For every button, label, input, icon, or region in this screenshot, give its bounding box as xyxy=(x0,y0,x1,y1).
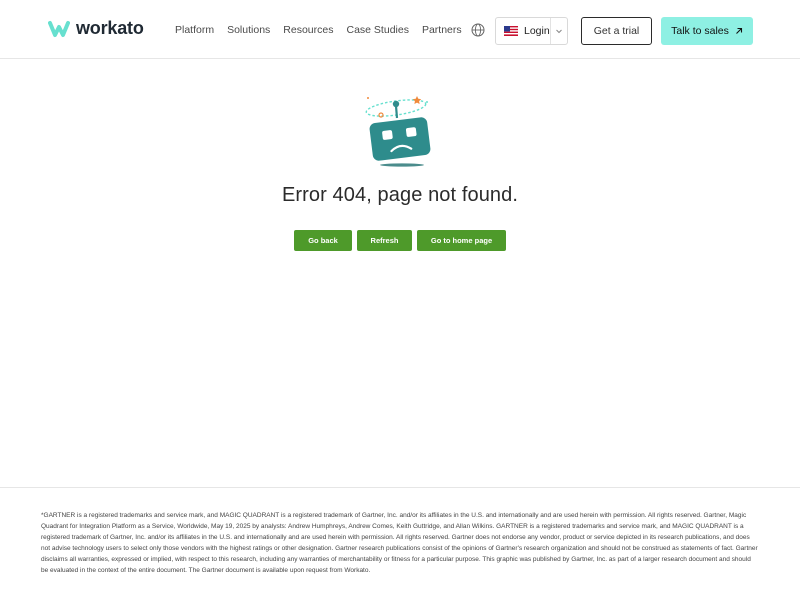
error-actions: Go back Refresh Go to home page xyxy=(0,230,800,251)
top-nav-bar: workato Platform Solutions Resources Cas… xyxy=(0,0,800,59)
go-home-button[interactable]: Go to home page xyxy=(417,230,506,251)
workato-logo[interactable]: workato xyxy=(48,18,144,39)
arrow-up-right-icon xyxy=(736,27,742,34)
nav-item-resources[interactable]: Resources xyxy=(283,24,333,36)
gartner-disclaimer: *GARTNER is a registered trademarks and … xyxy=(41,512,758,574)
talk-to-sales-button[interactable]: Talk to sales xyxy=(661,17,753,45)
globe-icon[interactable] xyxy=(471,23,485,37)
nav-item-platform[interactable]: Platform xyxy=(175,24,214,36)
refresh-button[interactable]: Refresh xyxy=(357,230,412,251)
go-back-button[interactable]: Go back xyxy=(294,230,352,251)
login-divider xyxy=(550,18,551,44)
nav-item-partners[interactable]: Partners xyxy=(422,24,462,36)
us-flag-icon xyxy=(504,26,518,36)
talk-to-sales-label: Talk to sales xyxy=(671,25,729,37)
main-nav: Platform Solutions Resources Case Studie… xyxy=(175,24,475,36)
workato-logo-icon xyxy=(48,20,70,37)
nav-item-solutions[interactable]: Solutions xyxy=(227,24,270,36)
brand-name: workato xyxy=(76,18,144,38)
login-label[interactable]: Login xyxy=(524,25,550,37)
error-title: Error 404, page not found. xyxy=(281,184,519,206)
footer: *GARTNER is a registered trademarks and … xyxy=(0,487,800,600)
nav-item-case-studies[interactable]: Case Studies xyxy=(347,24,409,36)
login-language-selector[interactable]: Login xyxy=(495,17,568,45)
robot-illustration xyxy=(365,96,431,167)
chevron-down-icon[interactable] xyxy=(555,27,563,35)
get-trial-button[interactable]: Get a trial xyxy=(581,17,652,45)
